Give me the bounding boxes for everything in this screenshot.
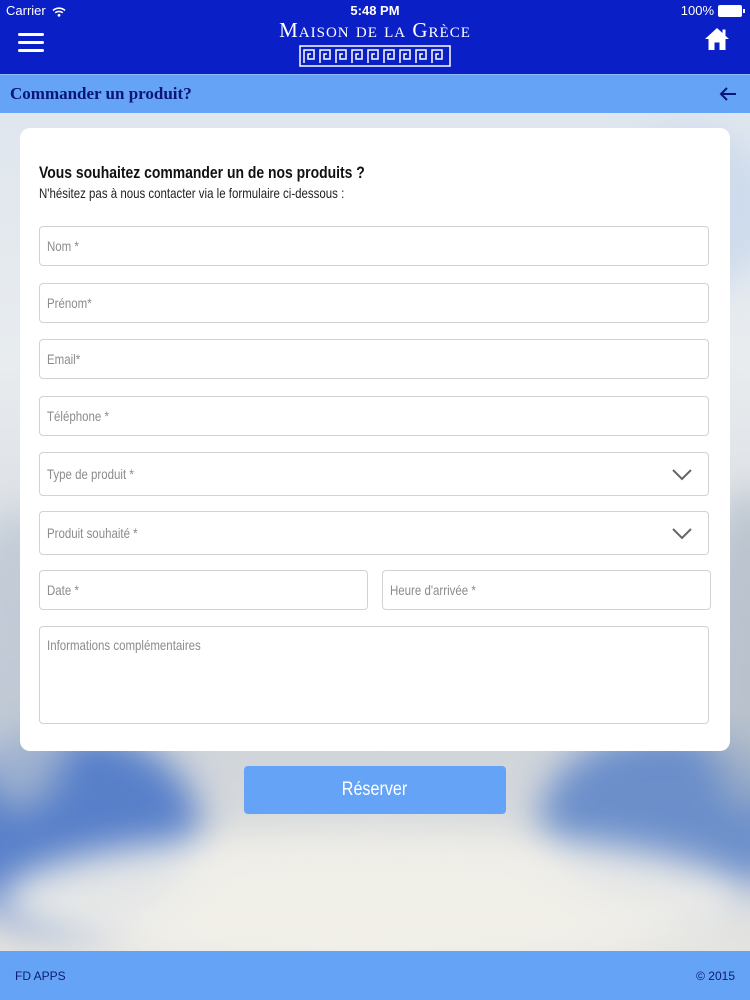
produit-souhaite-placeholder: Produit souhaité * bbox=[47, 525, 138, 541]
arrow-left-icon[interactable] bbox=[718, 85, 738, 103]
reserver-label: Réserver bbox=[342, 779, 408, 800]
status-time: 5:48 PM bbox=[350, 3, 400, 18]
informations-placeholder: Informations complémentaires bbox=[47, 637, 201, 653]
page-title: Commander un produit? bbox=[10, 84, 192, 103]
chevron-down-icon bbox=[672, 528, 692, 540]
battery-percent: 100% bbox=[680, 3, 714, 18]
heure-arrivee-input[interactable]: Heure d'arrivée * bbox=[382, 570, 711, 610]
form-heading: Vous souhaitez commander un de nos produ… bbox=[39, 163, 365, 182]
date-placeholder: Date * bbox=[47, 582, 79, 598]
produit-souhaite-select[interactable]: Produit souhaité * bbox=[39, 511, 709, 555]
date-input[interactable]: Date * bbox=[39, 570, 368, 610]
prenom-input[interactable]: Prénom* bbox=[39, 283, 709, 323]
telephone-input[interactable]: Téléphone * bbox=[39, 396, 709, 436]
battery-icon bbox=[718, 4, 745, 17]
nom-placeholder: Nom * bbox=[47, 238, 79, 254]
page-title-bar: Commander un produit? bbox=[0, 74, 750, 113]
telephone-placeholder: Téléphone * bbox=[47, 408, 109, 424]
heure-placeholder: Heure d'arrivée * bbox=[390, 582, 476, 598]
prenom-placeholder: Prénom* bbox=[47, 295, 92, 311]
app-logo: Maison de la Grèce bbox=[0, 18, 750, 67]
type-produit-placeholder: Type de produit * bbox=[47, 466, 134, 482]
form-subheading: N'hésitez pas à nous contacter via le fo… bbox=[39, 185, 345, 201]
battery-indicator: 100% bbox=[680, 3, 745, 18]
logo-text: Maison de la Grèce bbox=[279, 18, 471, 42]
app-footer: FD APPS © 2015 bbox=[0, 951, 750, 1000]
app-header: Maison de la Grèce bbox=[0, 18, 750, 74]
email-input[interactable]: Email* bbox=[39, 339, 709, 379]
chevron-down-icon bbox=[672, 469, 692, 481]
home-icon[interactable] bbox=[704, 26, 730, 52]
type-produit-select[interactable]: Type de produit * bbox=[39, 452, 709, 496]
nom-input[interactable]: Nom * bbox=[39, 226, 709, 266]
email-placeholder: Email* bbox=[47, 351, 81, 367]
reserver-button[interactable]: Réserver bbox=[244, 766, 506, 814]
informations-textarea[interactable]: Informations complémentaires bbox=[39, 626, 709, 724]
footer-brand: FD APPS bbox=[15, 969, 66, 983]
footer-copyright: © 2015 bbox=[696, 969, 735, 983]
greek-key-icon bbox=[299, 45, 451, 67]
order-form-card: Vous souhaitez commander un de nos produ… bbox=[20, 128, 730, 751]
